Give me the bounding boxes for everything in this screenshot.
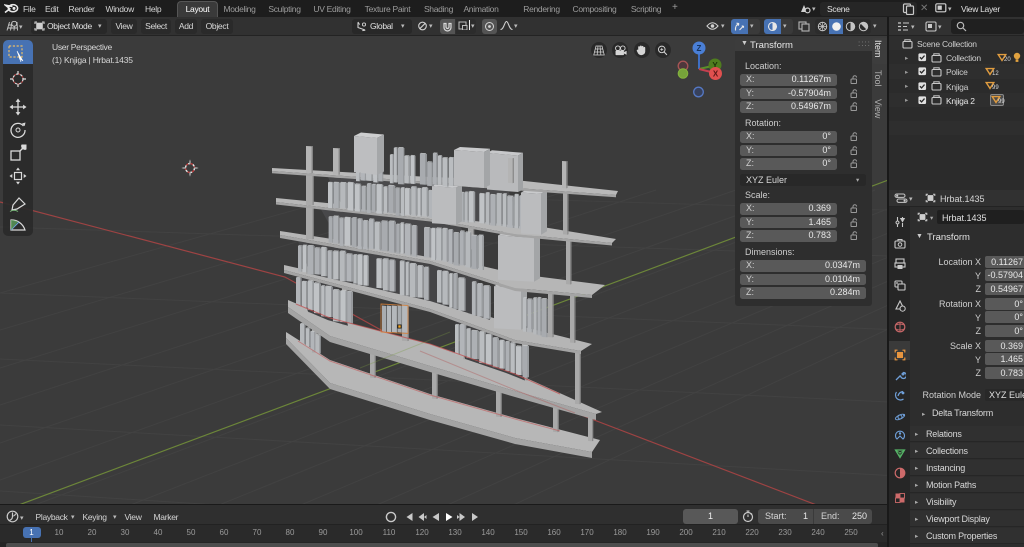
svg-text:X: X [713, 69, 719, 78]
svg-text:Z: Z [697, 44, 702, 53]
